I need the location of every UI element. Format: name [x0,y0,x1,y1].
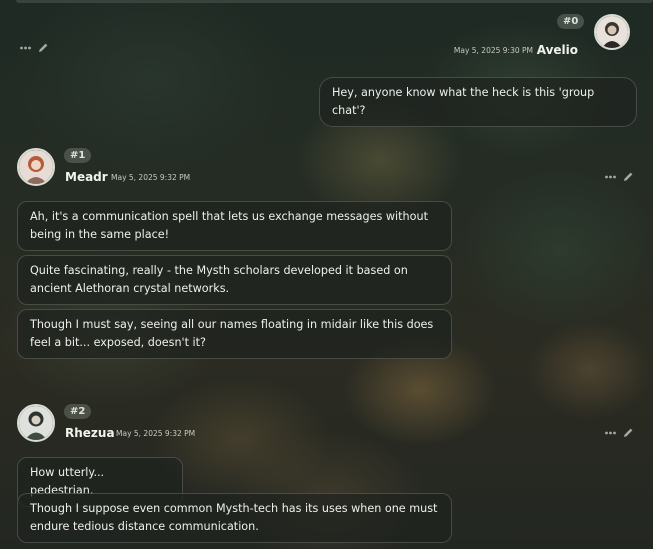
more-dots-icon[interactable] [20,46,31,50]
more-dots-icon[interactable] [605,175,616,179]
message-text: Though I must say, seeing all our names … [30,318,434,349]
previous-message-edge [16,0,653,3]
avatar-rhezua[interactable] [17,404,55,442]
message-text: Hey, anyone know what the heck is this '… [332,86,595,117]
avatar-avelio[interactable] [594,14,630,50]
message-id-badge: #0 [557,14,585,29]
avatar-meadr[interactable] [17,148,55,186]
message-timestamp: May 5, 2025 9:30 PM [453,46,533,55]
message-bubble: Ah, it's a communication spell that lets… [17,201,452,251]
message-bubble: Though I must say, seeing all our names … [17,309,452,359]
author-name[interactable]: Rhezua [65,426,115,440]
pencil-icon[interactable] [622,427,634,439]
author-name[interactable]: Avelio [537,43,578,57]
message-bubble: Though I suppose even common Mysth-tech … [17,493,452,543]
message-bubble: Quite fascinating, really - the Mysth sc… [17,255,452,305]
message-id-badge: #2 [64,404,92,419]
message-0-tools [20,42,49,54]
author-name[interactable]: Meadr [65,170,108,184]
message-bubble: Hey, anyone know what the heck is this '… [319,77,637,127]
message-text: Ah, it's a communication spell that lets… [30,210,428,241]
message-text: Quite fascinating, really - the Mysth sc… [30,264,408,295]
more-dots-icon[interactable] [605,431,616,435]
pencil-icon[interactable] [37,42,49,54]
message-2-tools [605,427,634,439]
pencil-icon[interactable] [622,171,634,183]
message-id-badge: #1 [64,148,92,163]
message-1-tools [605,171,634,183]
message-timestamp: May 5, 2025 9:32 PM [111,173,191,182]
message-text: Though I suppose even common Mysth-tech … [30,502,438,533]
message-timestamp: May 5, 2025 9:32 PM [116,429,196,438]
